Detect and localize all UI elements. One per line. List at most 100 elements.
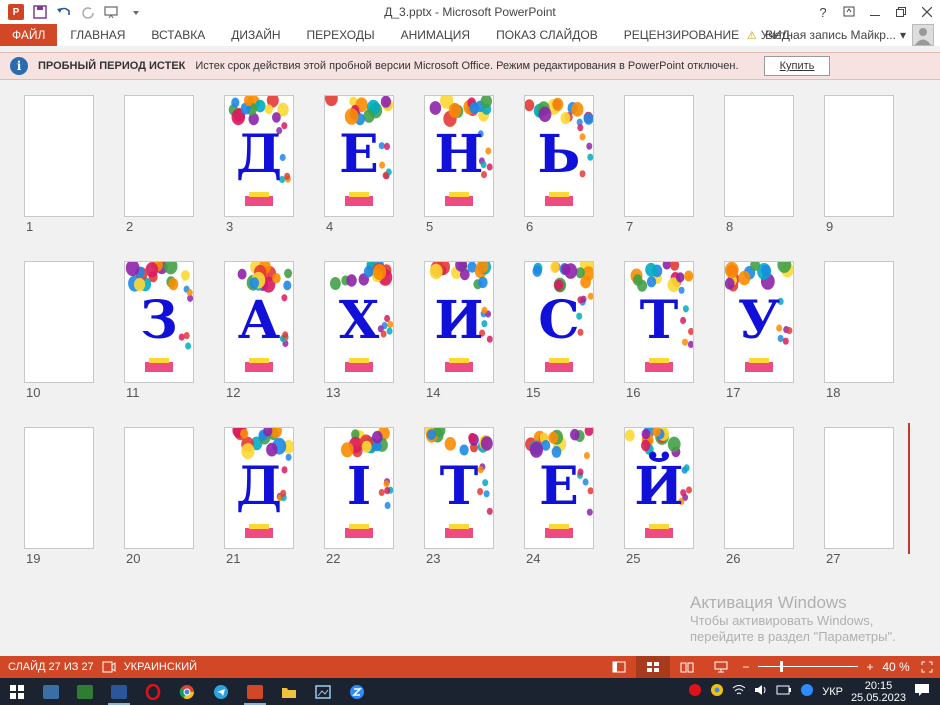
slide-thumbnail[interactable] xyxy=(124,95,194,217)
slide-sorter-view-button[interactable] xyxy=(636,656,670,678)
input-language[interactable]: УКР xyxy=(822,686,843,698)
close-icon[interactable] xyxy=(914,0,940,24)
slide-thumbnail[interactable]: Д xyxy=(224,95,294,217)
taskbar-opera-icon[interactable] xyxy=(136,678,170,705)
taskbar-powerpoint-icon[interactable] xyxy=(238,678,272,705)
slide-thumbnail[interactable] xyxy=(824,95,894,217)
notes-language-icon[interactable] xyxy=(102,661,116,673)
slide-number: 25 xyxy=(626,551,641,566)
slide-number: 12 xyxy=(226,385,241,400)
taskbar-app-1-icon[interactable] xyxy=(34,678,68,705)
taskbar-zoom-icon[interactable] xyxy=(340,678,374,705)
help-button[interactable]: ? xyxy=(810,0,836,24)
slide-thumbnail[interactable] xyxy=(24,261,94,383)
slide-number: 23 xyxy=(426,551,441,566)
reading-view-button[interactable] xyxy=(670,656,704,678)
slide-thumbnail[interactable] xyxy=(624,95,694,217)
activation-line-2: перейдите в раздел "Параметры". xyxy=(690,629,896,644)
ribbon-display-options-icon[interactable] xyxy=(836,0,862,24)
slide-thumbnail[interactable] xyxy=(24,427,94,549)
slide-thumbnail[interactable]: С xyxy=(524,261,594,383)
tab-review[interactable]: РЕЦЕНЗИРОВАНИЕ xyxy=(611,24,752,46)
slide-number: 1 xyxy=(26,219,34,234)
zoom-slider[interactable] xyxy=(758,656,858,678)
slide-thumbnail[interactable] xyxy=(724,427,794,549)
tab-home[interactable]: ГЛАВНАЯ xyxy=(57,24,138,46)
taskbar-explorer-icon[interactable] xyxy=(272,678,306,705)
save-icon[interactable] xyxy=(30,3,50,21)
opera-tray-icon[interactable] xyxy=(688,683,702,700)
chrome-tray-icon[interactable] xyxy=(710,683,724,700)
slide-thumbnail[interactable]: Н xyxy=(424,95,494,217)
zoom-thumb[interactable] xyxy=(780,661,783,672)
slide-thumbnail[interactable]: У xyxy=(724,261,794,383)
taskbar-word-icon[interactable] xyxy=(102,678,136,705)
slide-thumbnail[interactable]: Д xyxy=(224,427,294,549)
restore-icon[interactable] xyxy=(888,0,914,24)
zoom-in-button[interactable]: + xyxy=(862,656,878,678)
taskbar-chrome-icon[interactable] xyxy=(170,678,204,705)
app-tile xyxy=(77,684,93,699)
slide-thumbnail[interactable]: З xyxy=(124,261,194,383)
slide-thumbnail[interactable] xyxy=(724,95,794,217)
slide-thumbnail[interactable]: А xyxy=(224,261,294,383)
powerpoint-app-icon[interactable]: P xyxy=(6,3,26,21)
taskbar-photos-icon[interactable] xyxy=(306,678,340,705)
slide-thumbnail[interactable]: Т xyxy=(624,261,694,383)
slide-thumbnail[interactable] xyxy=(824,427,894,549)
slide-thumbnail[interactable]: И xyxy=(424,261,494,383)
powerpoint-logo: P xyxy=(8,4,24,20)
slide-thumbnail[interactable] xyxy=(824,261,894,383)
zoom-level[interactable]: 40 % xyxy=(878,656,914,678)
undo-icon[interactable] xyxy=(54,3,74,21)
slide-thumbnail[interactable] xyxy=(24,95,94,217)
slideshow-view-button[interactable] xyxy=(704,656,738,678)
slide-number: 17 xyxy=(726,385,741,400)
fit-to-window-icon[interactable] xyxy=(914,656,940,678)
message-text: Истек срок действия этой пробной версии … xyxy=(195,60,739,72)
language-indicator[interactable]: УКРАИНСКИЙ xyxy=(124,661,197,673)
tab-design[interactable]: ДИЗАЙН xyxy=(218,24,293,46)
zoom-tray-icon[interactable] xyxy=(800,683,814,700)
taskbar-telegram-icon[interactable] xyxy=(204,678,238,705)
battery-icon[interactable] xyxy=(776,685,792,698)
notifications-icon[interactable] xyxy=(914,683,930,700)
avatar[interactable] xyxy=(912,24,934,46)
slide-thumbnail[interactable]: Х xyxy=(324,261,394,383)
customize-toolbar-icon[interactable] xyxy=(126,3,146,21)
slide-letter: Т xyxy=(439,456,479,517)
tab-insert[interactable]: ВСТАВКА xyxy=(138,24,218,46)
slide-number: 3 xyxy=(226,219,234,234)
start-button[interactable] xyxy=(0,678,34,705)
minimize-icon[interactable] xyxy=(862,0,888,24)
date: 25.05.2023 xyxy=(850,691,906,704)
slide-letter: Х xyxy=(338,290,380,351)
taskbar-app-2-icon[interactable] xyxy=(68,678,102,705)
tab-slideshow[interactable]: ПОКАЗ СЛАЙДОВ xyxy=(483,24,611,46)
status-bar: СЛАЙД 27 ИЗ 27 УКРАИНСКИЙ − + 40 % xyxy=(0,656,940,678)
slide-thumbnail[interactable]: Т xyxy=(424,427,494,549)
slideshow-from-start-icon[interactable] xyxy=(102,3,122,21)
slide-number: 13 xyxy=(326,385,341,400)
buy-button[interactable]: Купить xyxy=(764,56,830,76)
slide-thumbnail[interactable]: Е xyxy=(324,95,394,217)
slide-letter: Н xyxy=(434,124,484,185)
slide-thumbnail[interactable]: Ь xyxy=(524,95,594,217)
zoom-out-button[interactable]: − xyxy=(738,656,754,678)
redo-icon[interactable] xyxy=(78,3,98,21)
slide-thumbnail[interactable]: Е xyxy=(524,427,594,549)
tab-animations[interactable]: АНИМАЦИЯ xyxy=(388,24,483,46)
normal-view-button[interactable] xyxy=(602,656,636,678)
account-menu[interactable]: ⚠ Учетная запись Майкр... ▾ xyxy=(747,28,906,42)
slide-thumbnail[interactable]: І xyxy=(324,427,394,549)
tab-transitions[interactable]: ПЕРЕХОДЫ xyxy=(294,24,388,46)
slide-thumbnail[interactable]: Й xyxy=(624,427,694,549)
tab-file[interactable]: ФАЙЛ xyxy=(0,24,58,46)
clock[interactable]: 20:15 25.05.2023 xyxy=(851,680,906,704)
activation-title: Активация Windows xyxy=(690,593,847,612)
slide-thumbnail[interactable] xyxy=(124,427,194,549)
app-tile xyxy=(111,684,127,699)
wifi-icon[interactable] xyxy=(732,684,746,699)
volume-icon[interactable] xyxy=(754,684,768,699)
info-icon: i xyxy=(10,57,28,75)
